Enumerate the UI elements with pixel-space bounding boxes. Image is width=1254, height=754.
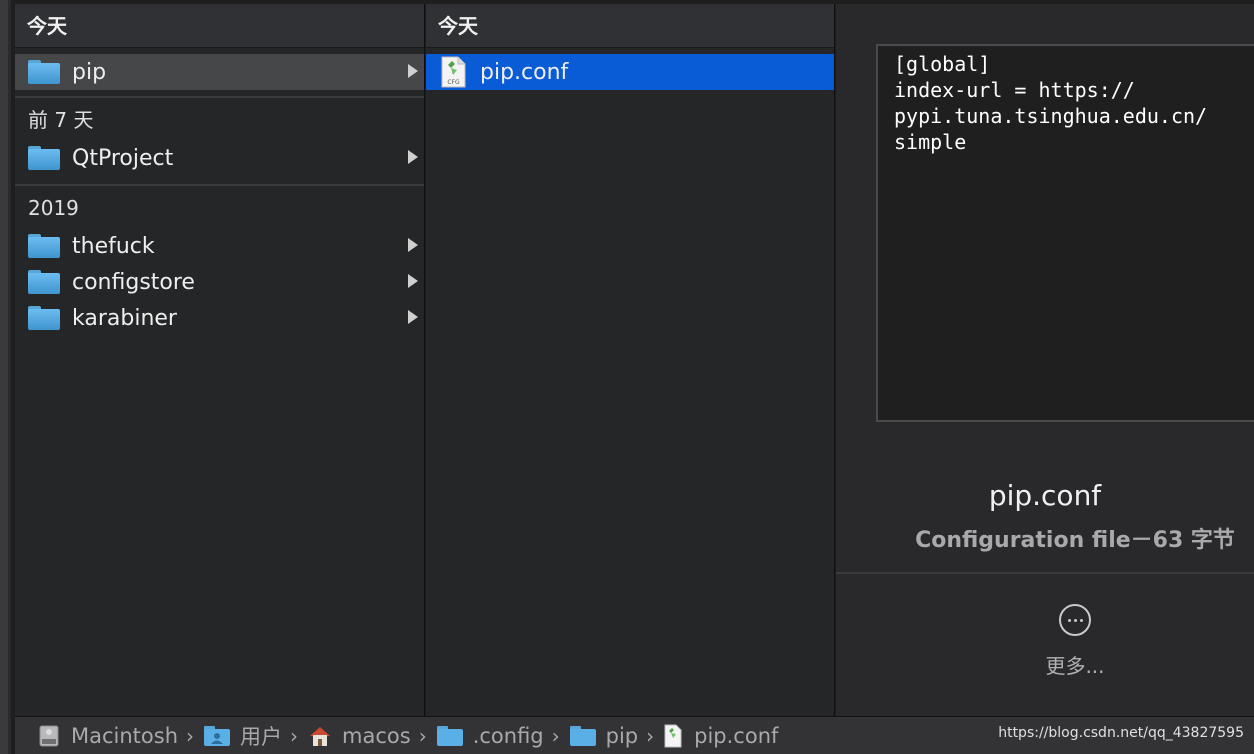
chevron-right-icon: › [646,723,655,748]
preview-filename: pip.conf [988,479,1102,512]
crumb-label: .config [472,723,544,748]
folder-row-configstore[interactable]: configstore [15,264,424,300]
folder-icon [436,725,463,746]
folder-name: pip [72,59,107,85]
more-ellipsis-icon[interactable] [1059,604,1091,636]
crumb-label: 用户 [240,724,283,749]
path-crumb-users[interactable]: 用户 › [204,717,308,754]
folder-name: karabiner [72,305,177,331]
file-content-text: [global] index-url = https:// pypi.tuna.… [894,52,1208,154]
config-file-icon [664,724,682,747]
divider [836,572,1254,574]
folder-name: QtProject [72,145,174,171]
disclosure-arrow-icon [408,64,418,78]
group-header-today: 今天 [15,4,424,48]
folder-icon [569,725,596,746]
folder-row-karabiner[interactable]: karabiner [15,300,424,336]
folder-icon [28,270,60,294]
chevron-right-icon: › [418,723,427,748]
disclosure-arrow-icon [408,274,418,288]
folder-name: thefuck [72,233,155,259]
crumb-label: pip [605,723,639,748]
finder-column-2[interactable]: 今天 CFG pip.conf [426,4,835,716]
crumb-label: pip.conf [694,723,779,748]
chevron-right-icon: › [551,723,560,748]
config-file-icon: CFG [441,56,466,88]
users-folder-icon [204,725,231,746]
path-crumb-pip[interactable]: pip › [569,717,665,754]
chevron-right-icon: › [186,723,195,748]
path-crumb-macintosh[interactable]: Macintosh › [37,717,204,754]
preview-pane: [global] index-url = https:// pypi.tuna.… [836,4,1254,716]
file-row-pip-conf[interactable]: CFG pip.conf [426,54,834,90]
crumb-label: macos [342,723,411,748]
folder-icon [28,60,60,84]
folder-icon [28,146,60,170]
folder-icon [28,234,60,258]
finder-column-1[interactable]: 今天 pip 前 7 天 QtProject 2019 thefuck conf… [15,4,425,716]
path-crumb-config[interactable]: .config › [436,717,570,754]
window-left-edge [0,0,11,754]
file-name: pip.conf [480,59,569,85]
svg-text:CFG: CFG [447,79,460,86]
group-header-today: 今天 [426,4,834,48]
watermark-text: https://blog.csdn.net/qq_43827595 [998,725,1244,741]
folder-row-pip[interactable]: pip [15,54,424,90]
hard-drive-icon [39,725,59,746]
disclosure-arrow-icon [408,150,418,164]
home-icon [310,726,331,746]
folder-name: configstore [72,269,195,295]
folder-icon [28,306,60,330]
group-header-2019: 2019 [15,184,424,228]
preview-file-info: Configuration file－63 字节 [915,528,1235,553]
group-header-last-7-days: 前 7 天 [15,96,424,140]
path-crumb-macos[interactable]: macos › [308,717,437,754]
path-bar: Macintosh › 用户 › macos › .config › pip ›… [15,716,1254,754]
disclosure-arrow-icon [408,238,418,252]
disclosure-arrow-icon [408,310,418,324]
chevron-right-icon: › [290,723,299,748]
folder-row-thefuck[interactable]: thefuck [15,228,424,264]
folder-row-qtproject[interactable]: QtProject [15,140,424,176]
more-button-label[interactable]: 更多... [836,650,1254,679]
crumb-label: Macintosh [71,723,179,748]
path-crumb-pip-conf[interactable]: pip.conf [664,717,778,754]
file-content-preview[interactable]: [global] index-url = https:// pypi.tuna.… [876,44,1254,422]
